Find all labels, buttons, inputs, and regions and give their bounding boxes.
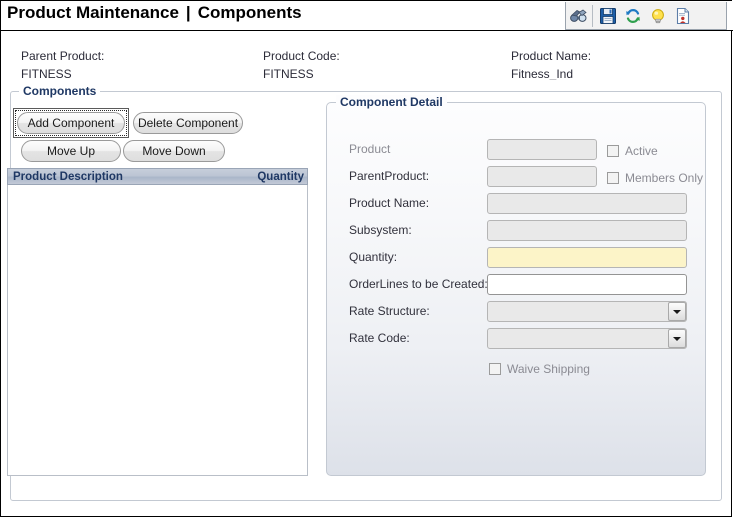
field-row-rate-structure: Rate Structure: bbox=[327, 301, 705, 323]
field-row-product-name: Product Name: bbox=[327, 193, 705, 215]
component-detail-legend: Component Detail bbox=[336, 95, 447, 109]
parent-product-label: Parent Product: bbox=[21, 49, 105, 63]
field-row-quantity: Quantity: bbox=[327, 247, 705, 269]
binoculars-icon[interactable] bbox=[566, 4, 591, 28]
body-area: Components Add Component Delete Componen… bbox=[1, 80, 731, 516]
refresh-icon[interactable] bbox=[620, 4, 645, 28]
parent-product-value: FITNESS bbox=[21, 67, 72, 81]
members-only-label: Members Only bbox=[625, 171, 704, 185]
active-checkbox[interactable] bbox=[607, 145, 619, 157]
active-label: Active bbox=[625, 144, 658, 158]
orderlines-label: OrderLines to be Created: bbox=[349, 277, 488, 291]
field-row-parent-product: ParentProduct: Members Only bbox=[327, 166, 705, 188]
waive-shipping-label: Waive Shipping bbox=[507, 362, 590, 376]
subsystem-input[interactable] bbox=[487, 220, 687, 241]
chevron-down-icon[interactable] bbox=[668, 302, 686, 321]
orderlines-input[interactable] bbox=[487, 274, 687, 295]
field-row-product: Product Active bbox=[327, 139, 705, 161]
components-group-legend: Components bbox=[19, 84, 101, 98]
page-title-separator: | bbox=[185, 3, 191, 22]
move-down-button[interactable]: Move Down bbox=[123, 140, 225, 162]
page-title-main: Product Maintenance bbox=[7, 3, 179, 22]
move-up-button[interactable]: Move Up bbox=[21, 140, 121, 162]
product-input[interactable] bbox=[487, 139, 597, 160]
component-detail-group: Component Detail Product Active ParentPr… bbox=[326, 95, 706, 476]
chevron-down-icon[interactable] bbox=[668, 329, 686, 348]
product-name-input[interactable] bbox=[487, 193, 687, 214]
application-window: Product Maintenance | Components Parent … bbox=[0, 0, 733, 517]
header-product-name: Product Name: Fitness_Ind bbox=[511, 49, 591, 81]
subsystem-label: Subsystem: bbox=[349, 223, 412, 237]
toolbar-divider bbox=[592, 4, 593, 27]
save-icon[interactable] bbox=[595, 4, 620, 28]
page-title: Product Maintenance | Components bbox=[7, 3, 302, 23]
field-row-rate-code: Rate Code: bbox=[327, 328, 705, 350]
rate-code-label: Rate Code: bbox=[349, 331, 410, 345]
quantity-label: Quantity: bbox=[349, 250, 398, 264]
column-header-product-description: Product Description bbox=[13, 170, 123, 183]
rate-structure-label: Rate Structure: bbox=[349, 304, 430, 318]
field-row-orderlines: OrderLines to be Created: bbox=[327, 274, 705, 296]
components-list-header: Product Description Quantity bbox=[7, 168, 308, 185]
report-icon[interactable] bbox=[670, 4, 695, 28]
parent-product-detail-label: ParentProduct: bbox=[349, 169, 430, 183]
header-parent-product: Parent Product: FITNESS bbox=[21, 49, 104, 81]
product-code-label: Product Code: bbox=[263, 49, 340, 63]
toolbar bbox=[565, 2, 727, 30]
page-title-sub: Components bbox=[197, 3, 302, 22]
lightbulb-icon[interactable] bbox=[645, 4, 670, 28]
delete-component-button[interactable]: Delete Component bbox=[133, 112, 243, 134]
waive-shipping-checkbox[interactable] bbox=[489, 363, 501, 375]
members-only-checkbox[interactable] bbox=[607, 172, 619, 184]
rate-code-select[interactable] bbox=[487, 328, 687, 349]
header-product-code: Product Code: FITNESS bbox=[263, 49, 340, 81]
product-name-label: Product Name: bbox=[511, 49, 592, 63]
product-name-value: Fitness_Ind bbox=[511, 67, 574, 81]
record-header: Parent Product: FITNESS Product Code: FI… bbox=[1, 32, 733, 81]
add-component-button[interactable]: Add Component bbox=[17, 112, 125, 134]
product-code-value: FITNESS bbox=[263, 67, 314, 81]
parent-product-input[interactable] bbox=[487, 166, 597, 187]
title-bar: Product Maintenance | Components bbox=[1, 1, 733, 31]
rate-structure-select[interactable] bbox=[487, 301, 687, 322]
product-label: Product bbox=[349, 142, 391, 156]
components-list-body[interactable] bbox=[7, 185, 308, 476]
field-row-subsystem: Subsystem: bbox=[327, 220, 705, 242]
product-name-detail-label: Product Name: bbox=[349, 196, 430, 210]
quantity-input[interactable] bbox=[487, 247, 687, 268]
column-header-quantity: Quantity bbox=[257, 170, 304, 183]
